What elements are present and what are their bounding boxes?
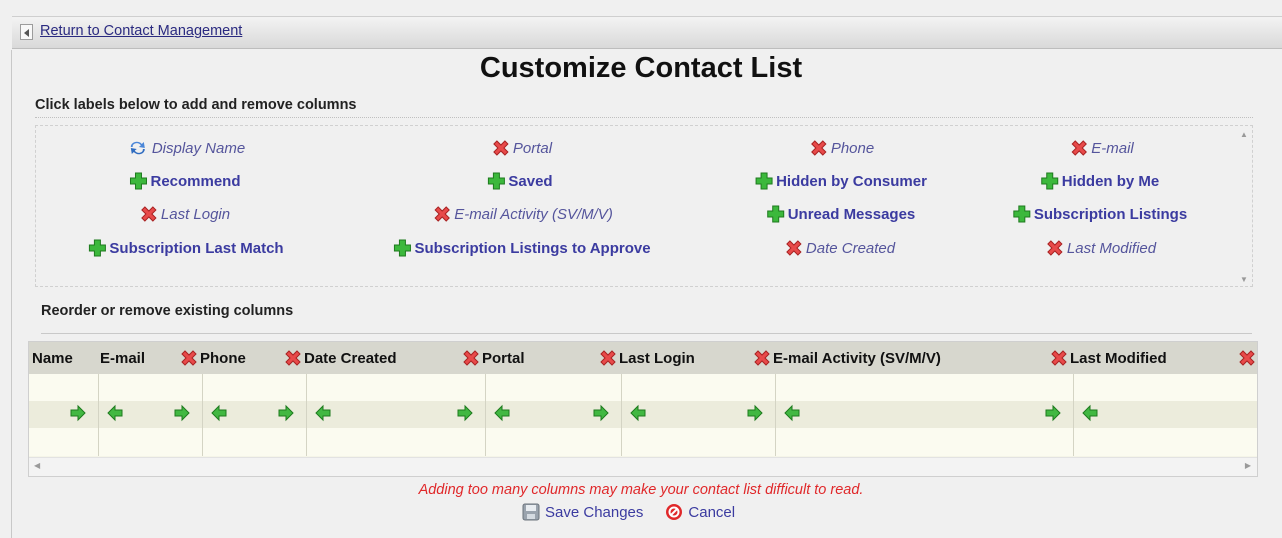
column-label-email-activity[interactable]: E-mail Activity (SV/M/V): [433, 205, 613, 223]
remove-icon: [786, 240, 802, 256]
move-right-icon[interactable]: [70, 404, 87, 422]
move-left-icon[interactable]: [630, 404, 647, 422]
divider: [35, 117, 1253, 118]
column-count-warning: Adding too many columns may make your co…: [418, 482, 864, 498]
save-changes-button[interactable]: Save Changes: [522, 503, 643, 521]
divider: [621, 374, 622, 456]
vertical-scrollbar[interactable]: ▲ ▼: [1238, 128, 1250, 284]
column-label-hidden-by-consumer[interactable]: Hidden by Consumer: [755, 172, 927, 190]
cancel-icon: [666, 504, 683, 520]
column-label-email[interactable]: E-mail: [1070, 139, 1134, 157]
refresh-icon: [130, 141, 145, 155]
column-label-last-modified[interactable]: Last Modified: [1046, 239, 1156, 257]
remove-icon: [811, 140, 827, 156]
form-actions: Save Changes Cancel: [522, 503, 735, 521]
remove-icon[interactable]: [753, 349, 771, 367]
divider: [202, 374, 203, 456]
column-label-last-login[interactable]: Last Login: [140, 205, 230, 223]
column-header-date-created[interactable]: Date Created: [284, 342, 397, 374]
add-icon: [393, 239, 411, 257]
remove-icon[interactable]: [599, 349, 617, 367]
remove-icon[interactable]: [284, 349, 302, 367]
move-left-icon[interactable]: [1082, 404, 1099, 422]
remove-icon[interactable]: [180, 349, 198, 367]
column-label-recommend[interactable]: Recommend: [129, 172, 241, 190]
move-right-icon[interactable]: [174, 404, 191, 422]
remove-icon[interactable]: [1238, 349, 1256, 367]
remove-icon[interactable]: [1050, 349, 1068, 367]
divider: [11, 50, 12, 538]
column-header-next[interactable]: [1238, 342, 1256, 374]
divider: [485, 374, 486, 456]
column-header-email-activity[interactable]: E-mail Activity (SV/M/V): [753, 342, 941, 374]
move-right-icon[interactable]: [747, 404, 764, 422]
add-icon: [767, 205, 785, 223]
divider: [1073, 374, 1074, 456]
column-header-name: Name: [32, 349, 73, 367]
remove-icon: [434, 206, 450, 222]
column-label-date-created[interactable]: Date Created: [785, 239, 895, 257]
reorder-columns-heading: Reorder or remove existing columns: [41, 303, 294, 319]
move-right-icon[interactable]: [1045, 404, 1062, 422]
horizontal-scrollbar[interactable]: ◀ ▶: [29, 457, 1257, 476]
add-icon: [129, 172, 147, 190]
page-title: Customize Contact List: [479, 52, 803, 84]
move-right-icon[interactable]: [278, 404, 295, 422]
return-to-contact-management-link[interactable]: Return to Contact Management: [40, 23, 242, 39]
grid-header-row: Name E-mail Phone Date Created Portal La…: [29, 342, 1257, 374]
column-label-portal[interactable]: Portal: [492, 139, 552, 157]
remove-icon: [1071, 140, 1087, 156]
move-left-icon[interactable]: [211, 404, 228, 422]
column-label-saved[interactable]: Saved: [487, 172, 553, 190]
add-columns-heading: Click labels below to add and remove col…: [35, 97, 357, 113]
add-icon: [755, 172, 773, 190]
add-icon: [1041, 172, 1059, 190]
remove-icon: [141, 206, 157, 222]
column-label-subscription-listings[interactable]: Subscription Listings: [1013, 205, 1187, 223]
column-header-email: E-mail: [100, 349, 146, 367]
move-right-icon[interactable]: [457, 404, 474, 422]
add-icon: [88, 239, 106, 257]
column-header-last-modified[interactable]: Last Modified: [1050, 342, 1167, 374]
triangle-left-icon[interactable]: [20, 24, 33, 40]
cancel-button[interactable]: Cancel: [665, 503, 735, 521]
column-reorder-grid: Name E-mail Phone Date Created Portal La…: [28, 341, 1258, 477]
divider: [98, 374, 99, 456]
scroll-right-icon[interactable]: ▶: [1245, 461, 1251, 470]
floppy-disk-icon: [522, 503, 540, 521]
scroll-down-icon[interactable]: ▼: [1240, 275, 1248, 284]
column-label-unread-messages[interactable]: Unread Messages: [767, 205, 915, 223]
column-header-last-login[interactable]: Last Login: [599, 342, 695, 374]
column-label-subscription-listings-to-approve[interactable]: Subscription Listings to Approve: [393, 239, 651, 257]
column-label-subscription-last-match[interactable]: Subscription Last Match: [88, 239, 284, 257]
column-header-phone[interactable]: Phone: [180, 342, 246, 374]
add-icon: [487, 172, 505, 190]
move-left-icon[interactable]: [784, 404, 801, 422]
move-right-icon[interactable]: [593, 404, 610, 422]
scroll-up-icon[interactable]: ▲: [1240, 130, 1248, 139]
scroll-left-icon[interactable]: ◀: [34, 461, 40, 470]
add-icon: [1013, 205, 1031, 223]
column-label-phone[interactable]: Phone: [810, 139, 874, 157]
remove-icon[interactable]: [462, 349, 480, 367]
move-left-icon[interactable]: [107, 404, 124, 422]
divider: [41, 333, 1252, 334]
column-label-hidden-by-me[interactable]: Hidden by Me: [1041, 172, 1159, 190]
divider: [306, 374, 307, 456]
column-header-portal[interactable]: Portal: [462, 342, 525, 374]
move-left-icon[interactable]: [315, 404, 332, 422]
column-label-display-name[interactable]: Display Name: [127, 139, 245, 157]
remove-icon: [1047, 240, 1063, 256]
move-left-icon[interactable]: [494, 404, 511, 422]
column-labels-panel: Display Name Portal Phone E-mail Recomme…: [35, 125, 1253, 287]
divider: [775, 374, 776, 456]
top-navigation-bar: Return to Contact Management: [12, 16, 1282, 49]
remove-icon: [493, 140, 509, 156]
